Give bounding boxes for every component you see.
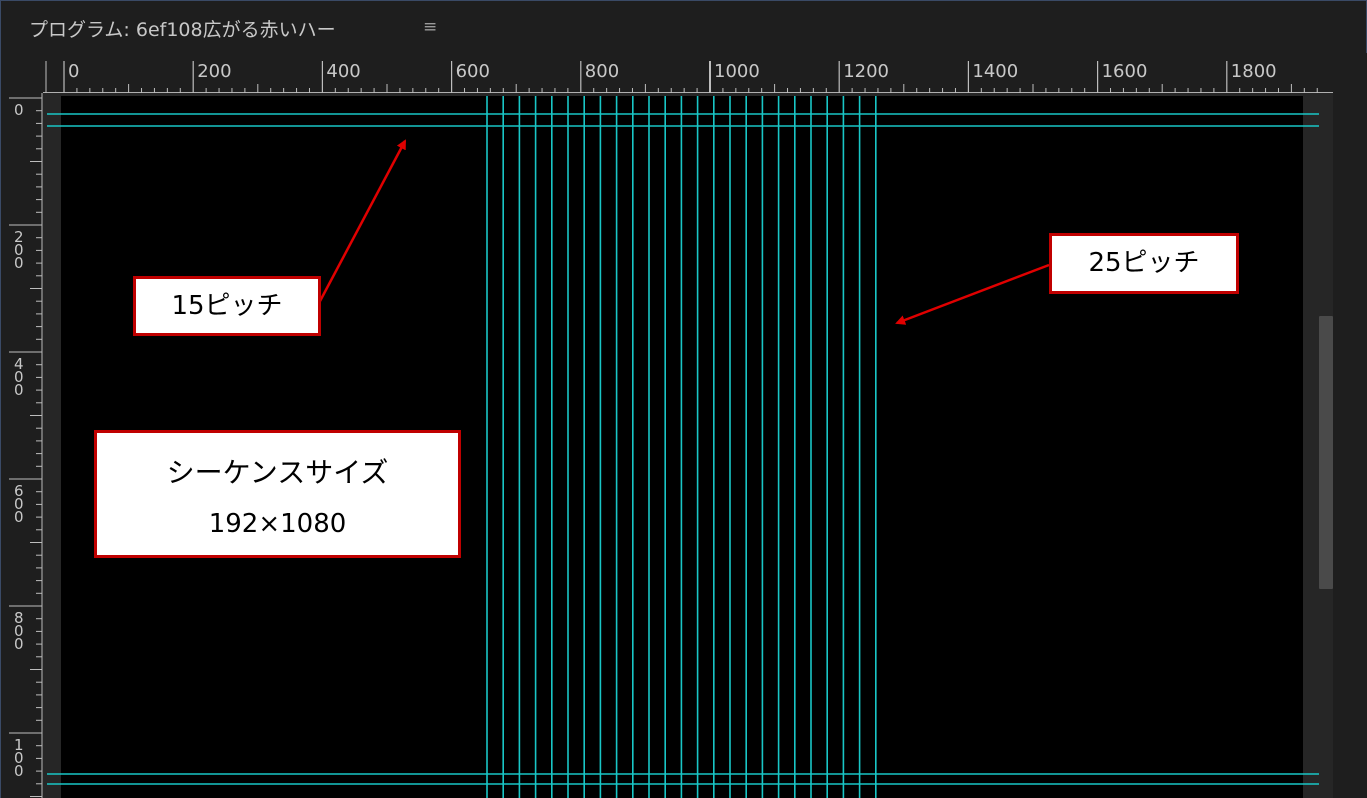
v-ruler-label: 0 [14, 508, 24, 526]
callout-sequence-size: シーケンスサイズ 192×1080 [94, 430, 461, 558]
h-ruler-label: 400 [326, 61, 360, 82]
v-ruler-label: 0 [14, 635, 24, 653]
program-monitor-panel: プログラム: 6ef108広がる赤いハー ≡ 0 200 400 600 800 1000… [0, 0, 1367, 798]
h-ruler-label: 1800 [1231, 61, 1277, 82]
h-ruler-label: 1400 [972, 61, 1018, 82]
callout-25-pitch: 25ピッチ [1049, 233, 1239, 294]
v-ruler-label: 0 [14, 254, 24, 272]
h-ruler-label: 1000 [714, 61, 760, 82]
callout-25-pitch-text: 25ピッチ [1088, 248, 1200, 278]
h-ruler-label: 1600 [1102, 61, 1148, 82]
v-ruler-label: 0 [14, 101, 24, 119]
panel-title: プログラム: 6ef108広がる赤いハー [29, 19, 336, 41]
horizontal-ruler: 0 200 400 600 800 1000 1200 1400 1600 1800 [43, 53, 1333, 93]
panel-header: プログラム: 6ef108広がる赤いハー ≡ [1, 1, 1366, 53]
h-ruler-label: 1200 [843, 61, 889, 82]
vertical-ruler: 0200400600800100 [1, 93, 43, 798]
h-ruler-label: 800 [585, 61, 619, 82]
v-ruler-label: 0 [14, 381, 24, 399]
callout-15-pitch-text: 15ピッチ [171, 291, 283, 321]
v-ruler-label: 0 [14, 762, 24, 780]
sequence-size-value: 192×1080 [208, 509, 347, 539]
h-ruler-label: 200 [197, 61, 231, 82]
h-ruler-label: 0 [68, 61, 79, 82]
vertical-scrollbar[interactable] [1319, 316, 1333, 589]
panel-right-area [1333, 53, 1367, 798]
callout-15-pitch: 15ピッチ [133, 276, 321, 336]
sequence-size-title: シーケンスサイズ [166, 456, 389, 489]
h-ruler-label: 600 [456, 61, 490, 82]
hamburger-icon[interactable]: ≡ [423, 17, 437, 37]
ruler-corner [1, 53, 43, 93]
